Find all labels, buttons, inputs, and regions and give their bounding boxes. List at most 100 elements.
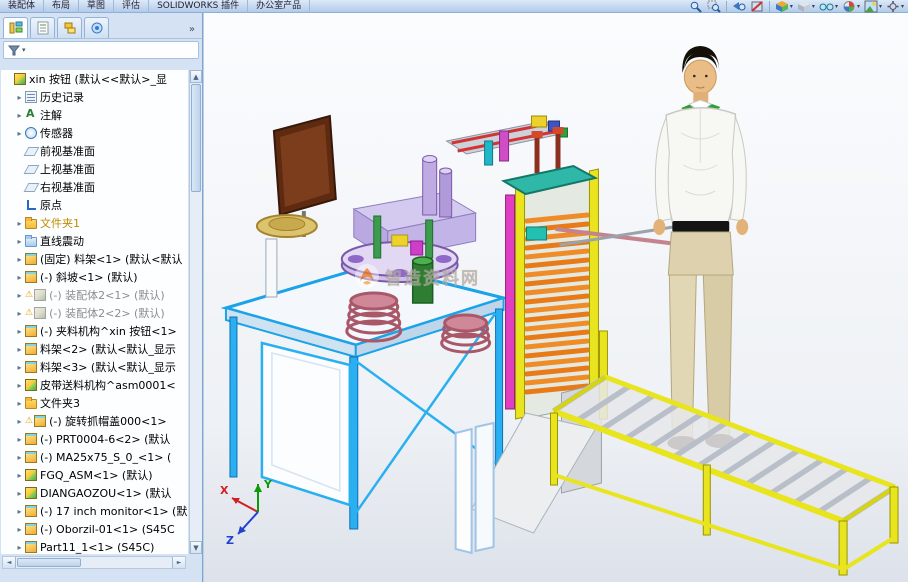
triad-y-label: Y — [263, 478, 273, 491]
tree-item[interactable]: ▸皮带送料机构^asm0001< — [1, 376, 188, 394]
tree-item[interactable]: ▸直线震动 — [1, 232, 188, 250]
tree-item[interactable]: 右视基准面 — [1, 178, 188, 196]
displaymanager-tab[interactable] — [84, 17, 109, 38]
tree-item[interactable]: ▸料架<2> (默认<默认_显示 — [1, 340, 188, 358]
sensors-icon — [25, 127, 37, 139]
expander-icon[interactable]: ▸ — [14, 93, 25, 102]
dropdown-caret[interactable]: ▾ — [812, 3, 815, 10]
tree-item[interactable]: 原点 — [1, 196, 188, 214]
expander-icon[interactable]: ▸ — [14, 417, 25, 426]
expander-icon[interactable]: ▸ — [14, 129, 25, 138]
command-tab[interactable]: 布局 — [44, 0, 79, 13]
dropdown-caret[interactable]: ▾ — [879, 3, 882, 10]
expander-icon[interactable]: ▸ — [14, 471, 25, 480]
scroll-thumb[interactable] — [191, 84, 201, 192]
tree-item[interactable]: ▸⚠(-) 旋转抓帽盖000<1> — [1, 412, 188, 430]
tree-item[interactable]: ▸(-) 17 inch monitor<1> (默 — [1, 502, 188, 520]
expander-icon[interactable]: ▸ — [14, 507, 25, 516]
previous-view-icon[interactable] — [731, 0, 747, 13]
tree-item[interactable]: ▸ (-) 夹料机构^xin 按钮<1> — [1, 322, 188, 340]
expander-icon[interactable]: ▸ — [14, 327, 25, 336]
dropdown-caret[interactable]: ▾ — [835, 3, 838, 10]
tree-item[interactable]: ▸文件夹1 — [1, 214, 188, 232]
tree-item[interactable]: ▸历史记录 — [1, 88, 188, 106]
expander-icon[interactable]: ▸ — [14, 363, 25, 372]
tree-item[interactable]: ▸⚠(-) 装配体2<2> (默认) — [1, 304, 188, 322]
expander-icon[interactable]: ▸ — [14, 237, 25, 246]
view-orientation-icon[interactable]: ▾ — [774, 0, 794, 13]
tree-item[interactable]: ▸FGQ_ASM<1> (默认) — [1, 466, 188, 484]
scroll-right-arrow[interactable]: ► — [172, 557, 185, 568]
command-tab[interactable]: 草图 — [79, 0, 114, 13]
section-view-icon[interactable] — [749, 0, 765, 13]
tree-item[interactable]: ▸(固定) 料架<1> (默认<默认 — [1, 250, 188, 268]
command-tab[interactable]: 办公室产品 — [248, 0, 310, 13]
propertymanager-tab[interactable] — [30, 17, 55, 38]
tree-item-label: 前视基准面 — [40, 143, 95, 159]
expander-icon[interactable]: ▸ — [14, 435, 25, 444]
tree-item[interactable]: ▸⚠(-) 装配体2<1> (默认) — [1, 286, 188, 304]
expander-icon[interactable]: ▸ — [14, 255, 25, 264]
expander-icon[interactable]: ▸ — [14, 111, 25, 120]
scroll-up-arrow[interactable]: ▲ — [190, 70, 202, 83]
edit-appearance-icon[interactable]: ▾ — [841, 0, 861, 13]
graphics-viewport[interactable]: 智造资料网 X Y Z — [204, 13, 908, 582]
command-tab[interactable]: SOLIDWORKS 插件 — [149, 0, 248, 13]
command-tab[interactable]: 装配体 — [0, 0, 44, 13]
tree-item[interactable]: ▸文件夹3 — [1, 394, 188, 412]
tree-item[interactable]: ▸ (-) PRT0004-6<2> (默认 — [1, 430, 188, 448]
tree-item-label: DIANGAOZOU<1> (默认 — [40, 485, 171, 501]
expander-icon[interactable]: ▸ — [14, 399, 25, 408]
apply-scene-icon[interactable]: ▾ — [863, 0, 883, 13]
expander-icon[interactable]: ▸ — [14, 273, 25, 282]
view-settings-icon[interactable]: ▾ — [885, 0, 905, 13]
expander-icon[interactable]: ▸ — [14, 543, 25, 552]
tree-item-label: (-) PRT0004-6<2> (默认 — [40, 431, 170, 447]
assembly-icon — [34, 289, 46, 301]
expander-icon[interactable]: ▸ — [14, 381, 25, 390]
panel-chevron[interactable]: » — [189, 24, 199, 38]
zoom-to-area-icon[interactable] — [706, 0, 722, 13]
tree-horizontal-scrollbar[interactable]: ◄ ► — [2, 556, 186, 569]
tree-item[interactable]: ▸ DIANGAOZOU<1> (默认 — [1, 484, 188, 502]
tree-item-label: (-) 装配体2<1> (默认) — [49, 287, 165, 303]
tree-item[interactable]: ▸Part11_1<1> (S45C) — [1, 538, 188, 554]
dropdown-caret[interactable]: ▾ — [857, 3, 860, 10]
tree-item[interactable]: 前视基准面 — [1, 142, 188, 160]
configurationmanager-tab[interactable] — [57, 17, 82, 38]
featuremanager-tab[interactable] — [3, 17, 28, 38]
expander-icon[interactable]: ▸ — [14, 291, 25, 300]
scroll-thumb[interactable] — [17, 558, 81, 567]
tree-item[interactable]: ▸ 料架<3> (默认<默认_显示 — [1, 358, 188, 376]
expander-icon[interactable]: ▸ — [14, 525, 25, 534]
scroll-left-arrow[interactable]: ◄ — [3, 557, 16, 568]
tree-item[interactable]: ▸(-) 斜坡<1> (默认) — [1, 268, 188, 286]
expander-icon[interactable]: ▸ — [14, 309, 25, 318]
command-tab[interactable]: 评估 — [114, 0, 149, 13]
part-icon — [25, 505, 37, 517]
expander-icon[interactable]: ▸ — [14, 489, 25, 498]
expander-icon[interactable]: ▸ — [14, 345, 25, 354]
filter-caret-icon[interactable]: ▾ — [22, 46, 26, 54]
zoom-to-fit-icon[interactable] — [688, 0, 704, 13]
tree-filter[interactable]: ▾ — [3, 41, 199, 59]
tree-item[interactable]: xin 按钮 (默认<<默认>_显 — [1, 70, 188, 88]
tree-vertical-scrollbar[interactable]: ▲ ▼ — [189, 70, 202, 554]
display-style-icon[interactable]: ▾ — [796, 0, 816, 13]
tree-item[interactable]: ▸(-) Oborzil-01<1> (S45C — [1, 520, 188, 538]
tree-item-label: (-) 夹料机构^xin 按钮<1> — [40, 323, 177, 339]
part-icon — [25, 271, 37, 283]
dropdown-caret[interactable]: ▾ — [790, 3, 793, 10]
tree-item-label: (-) 装配体2<2> (默认) — [49, 305, 165, 321]
tree-item[interactable]: 上视基准面 — [1, 160, 188, 178]
expander-icon[interactable]: ▸ — [14, 453, 25, 462]
dropdown-caret[interactable]: ▾ — [901, 3, 904, 10]
hide-show-items-icon[interactable]: ▾ — [818, 0, 839, 13]
tree-item[interactable]: ▸注解 — [1, 106, 188, 124]
scroll-down-arrow[interactable]: ▼ — [190, 541, 202, 554]
tree-item-label: 料架<3> (默认<默认_显示 — [40, 359, 176, 375]
tree-item[interactable]: ▸传感器 — [1, 124, 188, 142]
expander-icon[interactable]: ▸ — [14, 219, 25, 228]
part-icon — [25, 523, 37, 535]
tree-item[interactable]: ▸(-) MA25x75_S_0_<1> ( — [1, 448, 188, 466]
